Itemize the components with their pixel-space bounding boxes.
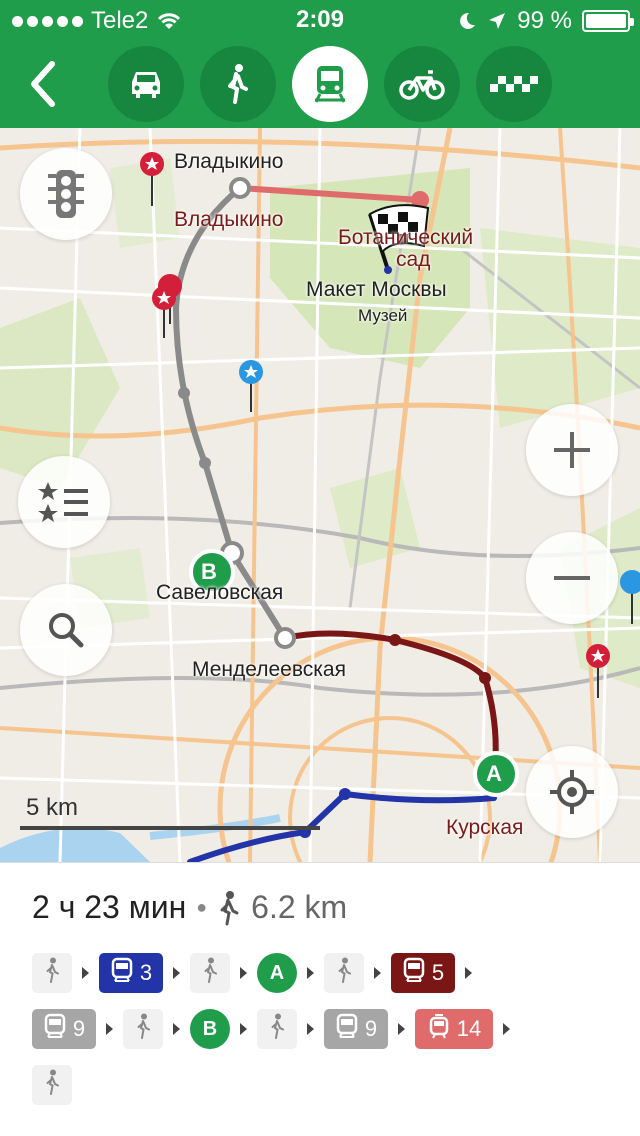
bus-icon: [335, 1013, 359, 1045]
taxi-icon: [490, 76, 538, 92]
step-arrow-icon: [240, 1023, 247, 1035]
status-bar: Tele2 2:09 99 %: [0, 0, 640, 40]
pedestrian-icon: [135, 1013, 151, 1045]
traffic-button[interactable]: [20, 148, 112, 240]
step-arrow-icon: [465, 967, 472, 979]
battery-percent: 99 %: [517, 7, 572, 34]
scale-label: 5 km: [26, 794, 79, 821]
bookmarks-icon: [38, 482, 88, 522]
car-icon: [132, 72, 160, 98]
map-view[interactable]: B A Владыкино Владыкино Ботанический сад…: [0, 128, 640, 862]
mode-car-button[interactable]: [108, 46, 184, 122]
poi-pin[interactable]: [152, 286, 176, 338]
locate-icon: [550, 770, 594, 814]
walk-step[interactable]: [324, 953, 364, 993]
bus-step[interactable]: 3: [99, 953, 163, 993]
zoom-in-button[interactable]: [526, 404, 618, 496]
bookmarks-button[interactable]: [18, 456, 110, 548]
step-arrow-icon: [307, 1023, 314, 1035]
bus-icon: [43, 1013, 67, 1045]
bus-step[interactable]: 9: [324, 1009, 388, 1049]
pedestrian-icon: [220, 890, 239, 925]
mode-walk-button[interactable]: [200, 46, 276, 122]
search-button[interactable]: [20, 584, 112, 676]
moon-icon: [460, 12, 476, 29]
search-icon: [49, 613, 84, 648]
waypoint-step[interactable]: A: [257, 953, 297, 993]
map-label: Музей: [358, 306, 408, 325]
pedestrian-icon: [44, 957, 60, 989]
bus-step[interactable]: 5: [391, 953, 455, 993]
route-number: 3: [139, 960, 153, 985]
station-label: Савеловская: [156, 581, 284, 604]
route-number: 9: [72, 1016, 86, 1041]
route-number: 14: [456, 1016, 482, 1041]
transit-icon: [314, 66, 346, 103]
step-arrow-icon: [398, 1023, 405, 1035]
mode-transit-button[interactable]: [292, 46, 368, 122]
pedestrian-icon: [336, 957, 352, 989]
bicycle-icon: [399, 70, 445, 100]
route-steps-row: 3 A 5: [32, 953, 472, 993]
pedestrian-icon: [269, 1013, 285, 1045]
mode-bicycle-button[interactable]: [384, 46, 460, 122]
map-label: Владыкино: [174, 150, 284, 173]
zoom-out-icon: [554, 576, 590, 580]
step-arrow-icon: [374, 967, 381, 979]
walk-step[interactable]: [190, 953, 230, 993]
step-arrow-icon: [240, 967, 247, 979]
bus-step[interactable]: 9: [32, 1009, 96, 1049]
station-label: Курская: [446, 816, 524, 839]
tram-icon: [427, 1013, 451, 1045]
step-arrow-icon: [307, 967, 314, 979]
tram-step[interactable]: 14: [415, 1009, 493, 1049]
walk-step[interactable]: [257, 1009, 297, 1049]
station-label: Ботанический: [338, 226, 474, 249]
location-arrow-icon: [489, 13, 506, 29]
route-summary-panel[interactable]: 2 ч 23 мин ● 6.2 km 3 A 5 9 B 9 14: [0, 862, 640, 1136]
zoom-out-button[interactable]: [526, 532, 618, 624]
top-bar: Tele2 2:09 99 %: [0, 0, 640, 128]
waypoint-letter: A: [269, 961, 285, 984]
bus-icon: [110, 957, 134, 989]
traffic-icon: [48, 170, 84, 218]
route-duration: 2 ч 23 мин: [32, 889, 187, 925]
step-arrow-icon: [82, 967, 89, 979]
marker-a-label: A: [486, 761, 502, 786]
bus-icon: [402, 957, 426, 989]
walk-step[interactable]: [32, 953, 72, 993]
walk-distance: 6.2 km: [251, 889, 348, 925]
step-arrow-icon: [173, 1023, 180, 1035]
route-summary: 2 ч 23 мин ● 6.2 km: [32, 889, 348, 925]
station-label: сад: [396, 248, 431, 271]
battery-icon: [582, 10, 634, 32]
poi-pin[interactable]: [239, 360, 263, 412]
chevron-left-icon: [31, 61, 55, 107]
route-steps-row: [32, 1065, 72, 1105]
map-scale: 5 km: [20, 794, 320, 830]
walk-step[interactable]: [123, 1009, 163, 1049]
walk-step[interactable]: [32, 1065, 72, 1105]
waypoint-step[interactable]: B: [190, 1009, 230, 1049]
back-button[interactable]: [18, 56, 74, 112]
pedestrian-icon: [44, 1069, 60, 1101]
mode-taxi-button[interactable]: [476, 46, 552, 122]
step-arrow-icon: [503, 1023, 510, 1035]
pedestrian-icon: [202, 957, 218, 989]
map-label: Макет Москвы: [306, 278, 447, 301]
step-arrow-icon: [173, 967, 180, 979]
pedestrian-icon: [228, 64, 248, 104]
waypoint-letter: B: [202, 1017, 218, 1040]
zoom-in-icon: [554, 432, 590, 468]
station-label: Менделеевская: [192, 658, 346, 681]
locate-button[interactable]: [526, 746, 618, 838]
route-number: 5: [431, 960, 445, 985]
route-number: 9: [364, 1016, 378, 1041]
step-arrow-icon: [106, 1023, 113, 1035]
station-label: Владыкино: [174, 208, 284, 231]
route-steps-row: 9 B 9 14: [32, 1009, 510, 1049]
